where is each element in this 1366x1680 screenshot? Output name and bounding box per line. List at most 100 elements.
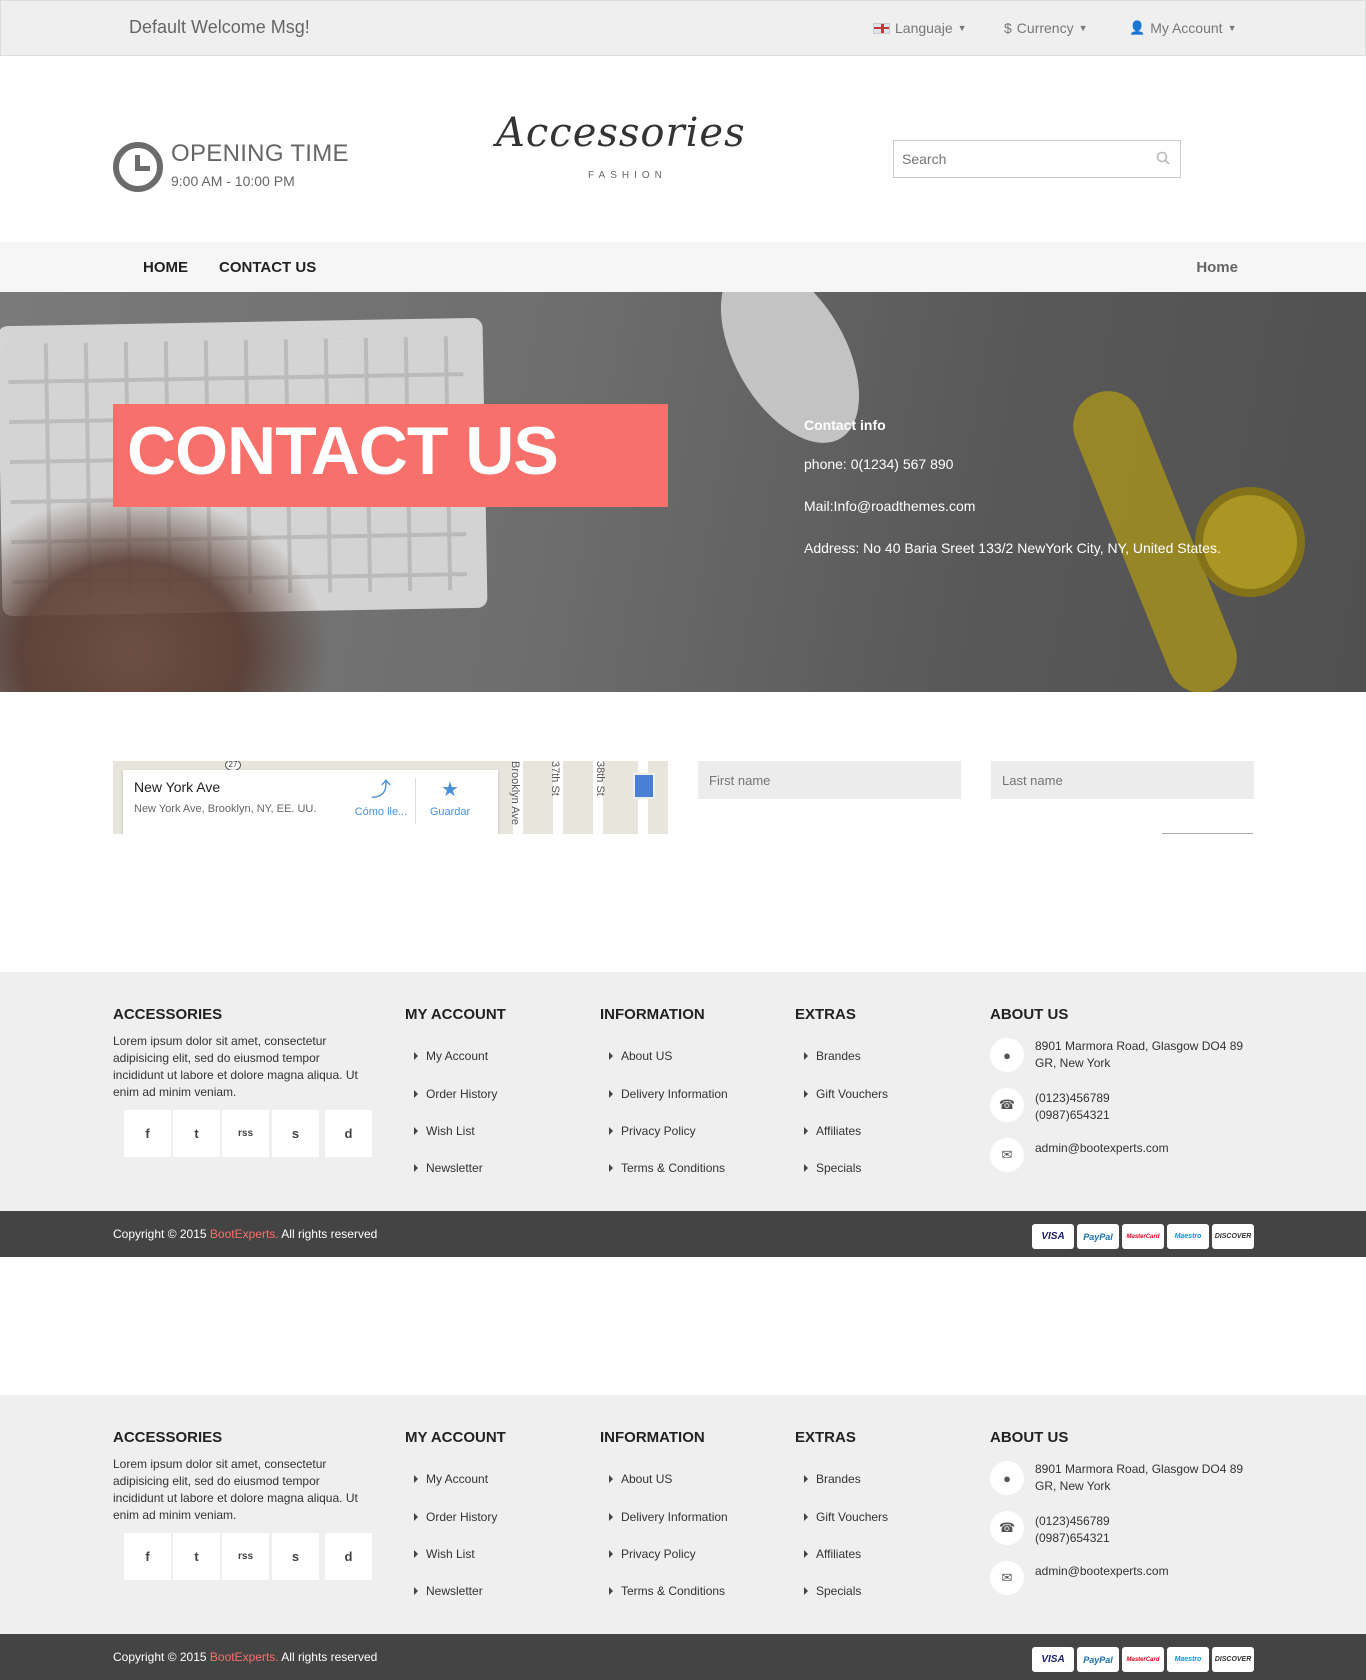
copyright-suffix: All rights reserved: [278, 1650, 378, 1664]
welcome-message: Default Welcome Msg!: [129, 17, 310, 37]
brand-link[interactable]: BootExperts.: [210, 1650, 279, 1664]
discover-icon: DISCOVER: [1212, 1647, 1254, 1672]
rss-icon[interactable]: rss: [222, 1110, 269, 1157]
footer-link[interactable]: Gift Vouchers: [804, 1510, 888, 1524]
main-nav: HOME CONTACT US Home: [0, 242, 1366, 292]
road-label: 38th St: [594, 761, 606, 796]
phone-icon: ☎: [990, 1088, 1024, 1122]
divider: [415, 778, 416, 824]
footer-link[interactable]: My Account: [414, 1472, 488, 1486]
copyright-text: Copyright © 2015 BootExperts. All rights…: [113, 1650, 377, 1664]
footer-heading-extras: EXTRAS: [795, 1429, 856, 1446]
footer-heading-about: ABOUT US: [990, 1429, 1069, 1446]
facebook-icon[interactable]: f: [124, 1110, 171, 1157]
footer-link[interactable]: Delivery Information: [609, 1087, 728, 1101]
contact-phone: phone: 0(1234) 567 890: [804, 456, 954, 472]
footer-link[interactable]: Newsletter: [414, 1584, 483, 1598]
about-phone-1: (0123)456789: [1035, 1091, 1110, 1105]
footer-link[interactable]: Brandes: [804, 1472, 861, 1486]
map[interactable]: Brooklyn Ave 37th St 38th St 27 New York…: [113, 761, 668, 834]
map-directions-button[interactable]: ⤴ Cómo lle...: [351, 780, 411, 818]
footer-link[interactable]: Privacy Policy: [609, 1547, 696, 1561]
copyright-bar: Copyright © 2015 BootExperts. All rights…: [0, 1211, 1366, 1257]
map-save-button[interactable]: ★ Guardar: [425, 780, 475, 818]
account-label: My Account: [1150, 20, 1223, 36]
footer-link[interactable]: About US: [609, 1472, 672, 1486]
footer-link[interactable]: Affiliates: [804, 1547, 861, 1561]
copyright-suffix: All rights reserved: [278, 1227, 378, 1241]
search-input[interactable]: [894, 141, 1134, 177]
skype-icon[interactable]: s: [272, 1110, 319, 1157]
dribbble-icon[interactable]: d: [325, 1110, 372, 1157]
footer-link[interactable]: Affiliates: [804, 1124, 861, 1138]
about-phone-1: (0123)456789: [1035, 1514, 1110, 1528]
footer-link[interactable]: Order History: [414, 1510, 497, 1524]
first-name-field[interactable]: [698, 761, 961, 799]
brand-link[interactable]: BootExperts.: [210, 1227, 279, 1241]
last-name-field[interactable]: [991, 761, 1254, 799]
hands-image: [0, 492, 330, 692]
footer-link[interactable]: Order History: [414, 1087, 497, 1101]
footer-link[interactable]: Brandes: [804, 1049, 861, 1063]
nav-item-home[interactable]: HOME: [143, 259, 188, 276]
mouse-image: [692, 292, 888, 467]
opening-time-title: OPENING TIME: [171, 140, 349, 167]
twitter-icon[interactable]: t: [173, 1533, 220, 1580]
map-pin-icon: ●: [990, 1461, 1024, 1495]
footer: ACCESSORIES Lorem ipsum dolor sit amet, …: [0, 1395, 1366, 1635]
footer-link[interactable]: Gift Vouchers: [804, 1087, 888, 1101]
mastercard-icon: MasterCard: [1122, 1224, 1164, 1249]
about-phone-2: (0987)654321: [1035, 1531, 1110, 1545]
search-icon[interactable]: [1156, 151, 1170, 165]
envelope-icon: ✉: [990, 1561, 1024, 1595]
footer-heading-accessories: ACCESSORIES: [113, 1429, 223, 1446]
footer-link[interactable]: Newsletter: [414, 1161, 483, 1175]
footer-link[interactable]: Terms & Conditions: [609, 1584, 725, 1598]
about-email[interactable]: admin@bootexperts.com: [1035, 1140, 1255, 1157]
about-address: 8901 Marmora Road, Glasgow DO4 89 GR, Ne…: [1035, 1039, 1244, 1070]
about-phone-2: (0987)654321: [1035, 1108, 1110, 1122]
road-label: 37th St: [549, 761, 561, 796]
footer-heading-information: INFORMATION: [600, 1429, 705, 1446]
chevron-down-icon: ▼: [1227, 23, 1237, 33]
map-pin-icon: ●: [990, 1038, 1024, 1072]
hero-title: CONTACT US: [127, 413, 559, 489]
map-place-name: New York Ave: [134, 779, 221, 795]
pegman-icon[interactable]: [633, 773, 655, 799]
search-box: [893, 140, 1181, 178]
footer-link[interactable]: Privacy Policy: [609, 1124, 696, 1138]
paypal-icon: PayPal: [1077, 1647, 1119, 1672]
rss-icon[interactable]: rss: [222, 1533, 269, 1580]
skype-icon[interactable]: s: [272, 1533, 319, 1580]
breadcrumb[interactable]: Home: [1196, 259, 1238, 276]
nav-item-contact-us[interactable]: CONTACT US: [219, 259, 316, 276]
language-label: Languaje: [895, 20, 953, 36]
footer-link[interactable]: Wish List: [414, 1547, 475, 1561]
facebook-icon[interactable]: f: [124, 1533, 171, 1580]
currency-dropdown[interactable]: $ Currency ▼: [1004, 20, 1088, 36]
language-dropdown[interactable]: Languaje ▼: [873, 20, 967, 36]
contact-mail: Mail:Info@roadthemes.com: [804, 498, 976, 514]
copyright-prefix: Copyright © 2015: [113, 1650, 210, 1664]
footer-heading-about: ABOUT US: [990, 1006, 1069, 1023]
footer-link[interactable]: Specials: [804, 1161, 861, 1175]
map-place-address: New York Ave, Brooklyn, NY, EE. UU.: [134, 803, 317, 815]
footer-link[interactable]: Wish List: [414, 1124, 475, 1138]
contact-address: Address: No 40 Baria Sreet 133/2 NewYork…: [804, 540, 1221, 556]
footer-link[interactable]: My Account: [414, 1049, 488, 1063]
footer-link[interactable]: Delivery Information: [609, 1510, 728, 1524]
dribbble-icon[interactable]: d: [325, 1533, 372, 1580]
footer-about-text: Lorem ipsum dolor sit amet, consectetur …: [113, 1034, 358, 1099]
footer-link[interactable]: About US: [609, 1049, 672, 1063]
about-email[interactable]: admin@bootexperts.com: [1035, 1563, 1255, 1580]
footer-link[interactable]: Terms & Conditions: [609, 1161, 725, 1175]
footer-heading-accessories: ACCESSORIES: [113, 1006, 223, 1023]
top-bar: Default Welcome Msg! Languaje ▼ $ Curren…: [0, 0, 1366, 56]
map-place-card: New York Ave New York Ave, Brooklyn, NY,…: [123, 770, 498, 834]
account-dropdown[interactable]: 👤 My Account ▼: [1129, 20, 1236, 36]
site-logo[interactable]: Accessories FASHION: [496, 110, 745, 190]
twitter-icon[interactable]: t: [173, 1110, 220, 1157]
road-label: Brooklyn Ave: [509, 761, 521, 826]
footer-link[interactable]: Specials: [804, 1584, 861, 1598]
clock-icon: [113, 142, 163, 192]
